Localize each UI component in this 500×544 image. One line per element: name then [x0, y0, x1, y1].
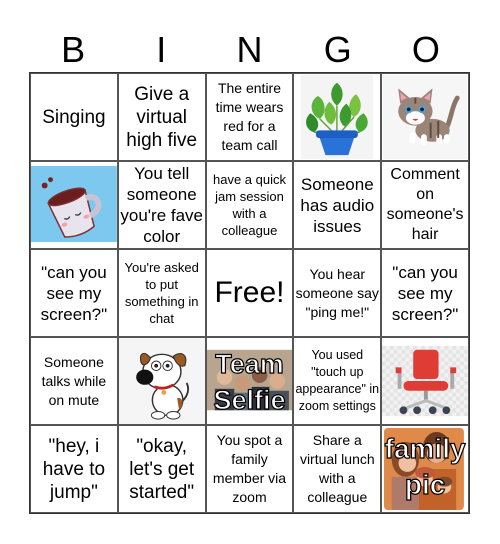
bingo-cell[interactable] [381, 337, 469, 425]
cell-text: You spot a family member via zoom [212, 432, 287, 505]
header-letter-b: B [61, 29, 86, 70]
cell-text: You used "touch up appearance" in zoom s… [295, 348, 380, 413]
dog-icon [119, 339, 204, 423]
family-caption-line1: family [384, 433, 466, 464]
bingo-cell[interactable]: Someone talks while on mute [30, 337, 118, 425]
bingo-cell[interactable]: Singing [30, 73, 118, 161]
bingo-cell[interactable]: You used "touch up appearance" in zoom s… [293, 337, 382, 425]
bingo-cell[interactable]: Give a virtual high five [117, 73, 206, 161]
cell-text: The entire time wears red for a team cal… [215, 80, 284, 153]
bingo-cell[interactable]: have a quick jam session with a colleagu… [205, 161, 294, 249]
cell-text: Share a virtual lunch with a colleague [299, 432, 375, 505]
cell-text: "hey, i have to jump" [42, 435, 106, 503]
header-letter-o: O [411, 29, 440, 70]
cell-text: Give a virtual high five [126, 83, 198, 151]
cell-text: "can you see my screen?" [391, 262, 459, 324]
bingo-cell[interactable]: Team Selfie [205, 337, 294, 425]
family-photo: family pic [382, 426, 468, 512]
potted-plant-icon [295, 75, 379, 159]
cell-text: "can you see my screen?" [40, 262, 108, 324]
bingo-cell[interactable] [117, 337, 206, 425]
bingo-cell[interactable]: "hey, i have to jump" [30, 425, 118, 513]
cell-text: Singing [42, 106, 106, 128]
cell-text: You're asked to put something in chat [124, 260, 199, 326]
family-caption-line2: pic [404, 469, 446, 500]
cell-text: have a quick jam session with a colleagu… [212, 172, 286, 238]
bingo-cell[interactable]: You hear someone say "ping me!" [293, 249, 382, 337]
bingo-cell[interactable]: "can you see my screen?" [381, 249, 469, 337]
bingo-cell[interactable]: Someone has audio issues [293, 161, 382, 249]
bingo-cell[interactable] [381, 73, 469, 161]
selfie-caption-line2: Selfie [213, 385, 286, 415]
bingo-cell[interactable]: Comment on someone's hair [381, 161, 469, 249]
cell-text: You tell someone you're fave color [120, 164, 204, 246]
header-letter-i: I [156, 29, 167, 70]
cell-text: You hear someone say "ping me!" [295, 265, 379, 320]
bingo-cell[interactable]: You're asked to put something in chat [117, 249, 206, 337]
bingo-cell[interactable]: "okay, let's get started" [117, 425, 206, 513]
cell-text: Someone talks while on mute [41, 353, 107, 408]
bingo-cell[interactable] [30, 161, 118, 249]
cell-text: "okay, let's get started" [129, 435, 195, 503]
bingo-cell[interactable]: family pic [381, 425, 469, 513]
bingo-cell[interactable]: Share a virtual lunch with a colleague [293, 425, 382, 513]
bingo-header: B I N G O [29, 28, 470, 72]
team-selfie-photo: Team Selfie [206, 338, 293, 424]
header-letter-g: G [323, 29, 352, 70]
bingo-card-grid: Singing Give a virtual high five The ent… [29, 72, 470, 514]
cell-text: Someone has audio issues [300, 174, 375, 236]
bingo-cell[interactable]: You tell someone you're fave color [117, 161, 206, 249]
bingo-cell[interactable] [293, 73, 382, 161]
cell-text: Comment on someone's hair [386, 166, 464, 243]
cell-text: Free! [214, 276, 285, 309]
bingo-cell[interactable]: You spot a family member via zoom [205, 425, 294, 513]
selfie-caption-line1: Team [215, 349, 285, 379]
office-chair-icon [382, 338, 468, 424]
coffee-mug-icon [31, 162, 117, 248]
bingo-cell[interactable]: The entire time wears red for a team cal… [205, 73, 294, 161]
free-space-cell[interactable]: Free! [205, 249, 294, 337]
bingo-cell[interactable]: "can you see my screen?" [30, 249, 118, 337]
kitten-icon [383, 75, 467, 159]
header-letter-n: N [236, 29, 263, 70]
